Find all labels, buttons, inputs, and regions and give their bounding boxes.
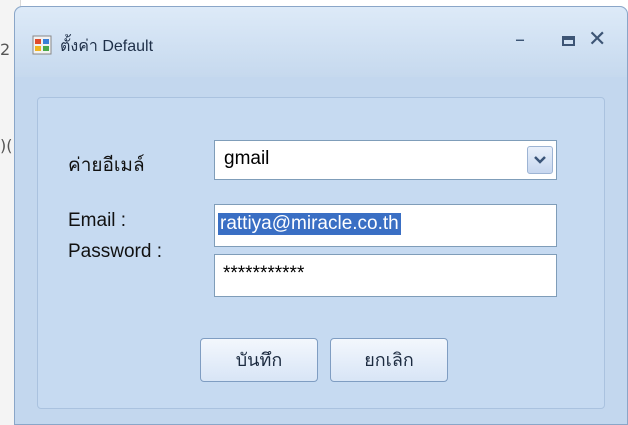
save-button[interactable]: บันทึก	[200, 338, 318, 382]
dropdown-button[interactable]	[527, 146, 553, 174]
maximize-icon[interactable]	[555, 27, 585, 57]
background-text-fragment: 2	[0, 40, 11, 59]
settings-dialog: ตั้งค่า Default – ✕ ค่ายอีเมล์ gmail Ema…	[14, 6, 628, 425]
app-window-icon	[32, 35, 52, 55]
email-field[interactable]: rattiya@miracle.co.th	[214, 204, 557, 247]
chevron-down-icon	[534, 156, 546, 164]
background-text-fragment: )(	[0, 136, 13, 155]
password-value: ***********	[223, 263, 305, 284]
close-icon[interactable]: ✕	[588, 27, 618, 57]
password-field[interactable]: ***********	[214, 254, 557, 297]
form-panel: ค่ายอีเมล์ gmail Email : rattiya@miracle…	[37, 97, 605, 409]
title-bar[interactable]: ตั้งค่า Default – ✕	[15, 7, 627, 77]
window-title: ตั้งค่า Default	[60, 38, 154, 55]
email-value: rattiya@miracle.co.th	[218, 213, 401, 235]
cancel-button[interactable]: ยกเลิก	[330, 338, 448, 382]
minimize-icon[interactable]: –	[515, 27, 545, 57]
password-label: Password :	[68, 241, 162, 262]
email-provider-label: ค่ายอีเมล์	[68, 155, 145, 176]
email-label: Email :	[68, 210, 127, 231]
email-provider-select[interactable]: gmail	[214, 140, 557, 180]
email-provider-value: gmail	[224, 148, 270, 169]
